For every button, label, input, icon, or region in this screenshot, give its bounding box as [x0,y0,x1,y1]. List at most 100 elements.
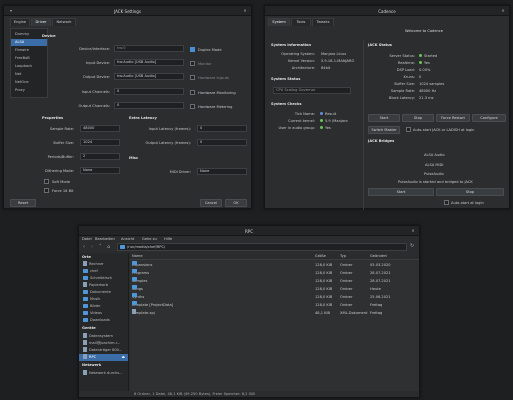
bridge-autostart-checkbox[interactable] [444,200,449,205]
configure-button[interactable]: Configure [472,114,506,122]
close-icon[interactable]: ✕ [242,8,248,14]
tab-tools[interactable]: Tools [291,18,311,26]
col-type[interactable]: Typ [340,253,346,260]
tab-system[interactable]: System [268,18,290,26]
periods-spinbox[interactable]: 2 [80,153,120,160]
buffer-size-select[interactable]: 1024 [80,139,120,146]
place-schreibtisch[interactable]: Schreibtisch [79,275,128,282]
jack-title-bar[interactable]: JACK Settings ✕ ▾ [4,6,251,16]
force-restart-button[interactable]: Force Restart [436,114,470,122]
table-row[interactable]: Programs 128,0 KiB Ordner 28.07.2021 [130,269,419,277]
input-channels-spinbox[interactable]: 0 [114,88,184,95]
xruns-value: 0 [419,75,422,79]
output-channels-spinbox[interactable]: 0 [114,102,184,109]
menu-ansicht[interactable]: Ansicht [121,237,134,241]
hw-inputs-checkbox[interactable] [190,75,195,80]
midi-driver-select[interactable]: None [197,168,247,175]
check3-value: Yes [325,126,331,130]
switch-master-button[interactable]: Switch Master [368,126,400,134]
files-title-bar[interactable]: RPC ✕ [79,226,419,236]
force16-checkbox[interactable] [44,188,49,193]
device-interface-label: Device/Interface: [79,47,110,51]
device-interface-select[interactable]: hw:0 [114,45,184,52]
reset-button[interactable]: Reset [10,199,36,207]
device-datensystem[interactable]: Datensystem [79,333,128,340]
driver-list: Dummy ALSA Firewire FreeBoB Loopback Net… [10,28,48,98]
close-icon[interactable]: ✕ [500,8,506,14]
driver-item-net[interactable]: Net [11,71,47,78]
device-header: Device [42,34,56,38]
cadence-title-bar[interactable]: Cadence ✕ [265,6,509,16]
hw-monitoring-checkbox[interactable] [190,90,195,95]
governor-select[interactable]: CPU Scaling Governor [273,87,351,94]
reload-icon[interactable]: ↻ [410,243,414,249]
driver-item-firewire[interactable]: Firewire [11,47,47,54]
dither-select[interactable]: None [80,167,120,174]
tab-network[interactable]: Network [52,18,76,26]
network-browse[interactable]: Netzwerk durchs... [79,370,128,377]
output-device-select[interactable]: hw:Audio [USB Audio] [114,73,184,80]
monitor-checkbox[interactable] [190,61,195,66]
col-date[interactable]: Geändert [370,253,387,260]
driver-item-proxy[interactable]: Proxy [11,87,47,94]
menu-gehe-zu[interactable]: Gehe zu [142,237,157,241]
table-row[interactable]: Samples 128,0 KiB Ordner 28.07.2021 [130,277,419,285]
device-mail[interactable]: mail@joachim-r... [79,340,128,347]
driver-item-loopback[interactable]: Loopback [11,63,47,70]
eject-icon[interactable]: ⏏ [122,354,125,361]
place-downloads[interactable]: Downloads [79,317,128,324]
table-row[interactable]: template.xpj 48,1 KiB XML-Dokument Freitag [130,309,419,317]
duplex-checkbox[interactable] [190,47,195,52]
driver-item-freebob[interactable]: FreeBoB [11,55,47,62]
table-row[interactable]: Synths 128,0 KiB Ordner 25.06.2021 [130,293,419,301]
col-size[interactable]: Größe [315,253,326,260]
check-ok-icon [320,119,323,122]
place-musik[interactable]: Musik [79,296,128,303]
table-row[interactable]: Songs 128,0 KiB Ordner Heute [130,285,419,293]
jack-stop-button[interactable]: Stop [402,114,434,122]
place-chef[interactable]: chef [79,268,128,275]
autostart-checkbox[interactable] [406,127,411,132]
file-date: Heute [370,287,381,291]
input-latency-spinbox[interactable]: 0 [197,125,247,132]
menu-bearbeiten[interactable]: Bearbeiten [95,237,115,241]
place-bilder[interactable]: Bilder [79,303,128,310]
cancel-button[interactable]: Cancel [200,199,222,207]
home-icon[interactable]: ⌂ [107,244,110,250]
place-rechner[interactable]: Rechner [79,261,128,268]
file-type: Ordner [340,295,353,299]
jack-start-button[interactable]: Start [368,114,400,122]
output-latency-spinbox[interactable]: 0 [197,139,247,146]
sample-rate-select[interactable]: 48000 [80,125,120,132]
device-datentraeger[interactable]: Datenträger 800... [79,347,128,354]
tab-driver[interactable]: Driver [31,18,51,26]
bridge-start-button[interactable]: Start [368,188,434,196]
input-device-select[interactable]: hw:Audio [USB Audio] [114,59,184,66]
soft-mode-checkbox[interactable] [44,179,49,184]
driver-item-alsa[interactable]: ALSA [11,39,47,46]
toolbar: ‹ › ˄ ⌂ /run/media/chef/RPC/ ↻ [79,243,419,252]
ok-button[interactable]: OK [225,199,247,207]
close-icon[interactable]: ✕ [410,228,416,234]
minimize-icon[interactable]: ▾ [8,8,14,14]
folder-icon [132,269,137,273]
menu-hilfe[interactable]: Hilfe [164,237,172,241]
tab-engine[interactable]: Engine [10,18,30,26]
menu-datei[interactable]: Datei [82,237,92,241]
forward-icon[interactable]: › [91,244,93,250]
hw-metering-checkbox[interactable] [190,104,195,109]
place-dokumente[interactable]: Dokumente [79,289,128,296]
tab-tweaks[interactable]: Tweaks [312,18,334,26]
extra-latency-header: Extra Latency [129,116,157,120]
up-icon[interactable]: ˄ [99,244,102,250]
location-bar[interactable]: /run/media/chef/RPC/ [117,243,407,251]
device-rpc[interactable]: RPC ⏏ [79,354,128,361]
table-row[interactable]: template [ProjectData] 128,0 KiB Ordner Fre… [130,301,419,309]
place-papierkorb[interactable]: Papierkorb [79,282,128,289]
driver-item-netone[interactable]: NetOne [11,79,47,86]
table-row[interactable]: Expansions 128,0 KiB Ordner 05.03.2020 [130,261,419,269]
bridge-stop-button[interactable]: Stop [436,188,504,196]
place-videos[interactable]: Videos [79,310,128,317]
back-icon[interactable]: ‹ [83,244,85,250]
col-name[interactable]: Name [132,253,143,260]
